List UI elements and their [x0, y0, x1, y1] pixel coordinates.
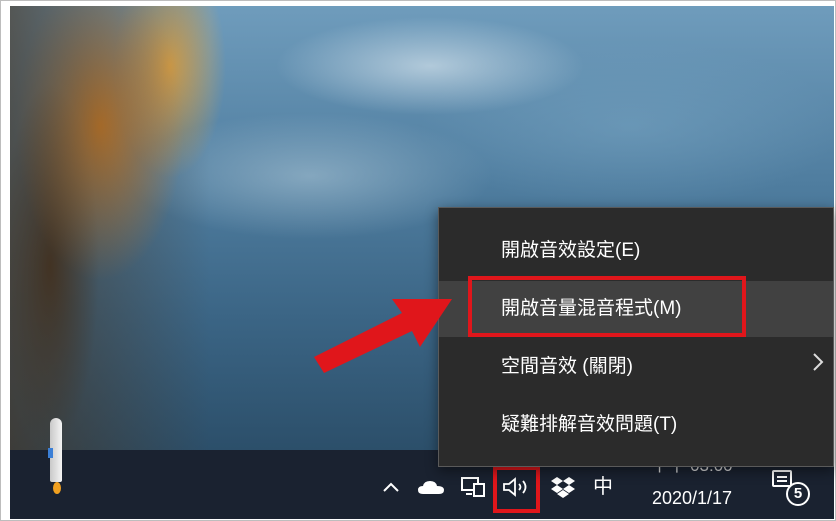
network-monitor-icon — [461, 477, 485, 497]
dropbox-icon[interactable] — [548, 468, 578, 506]
sword-accent — [48, 448, 53, 458]
volume-mixer-highlight-box — [468, 276, 746, 337]
menu-item-spatial-sound[interactable]: 空間音效 (關閉) — [439, 339, 833, 395]
notification-count-badge: 5 — [786, 482, 810, 506]
show-hidden-icons-chevron-icon[interactable] — [378, 468, 404, 506]
volume-context-menu: 開啟音效設定(E) 開啟音量混音程式(M) 空間音效 (關閉) 疑難排解音效問題… — [438, 207, 834, 467]
ime-indicator[interactable]: 中 — [588, 468, 618, 506]
red-pointer-arrow-icon — [314, 299, 452, 373]
menu-item-troubleshoot-sound[interactable]: 疑難排解音效問題(T) — [439, 397, 833, 453]
menu-item-label: 空間音效 (關閉) — [501, 356, 633, 377]
network-icon[interactable] — [458, 468, 488, 506]
cloud-icon — [418, 481, 444, 494]
sword-flame — [53, 482, 61, 494]
dropbox-logo-icon — [551, 477, 575, 498]
menu-item-label: 開啟音效設定(E) — [501, 240, 641, 261]
pinned-app-sword-icon[interactable] — [44, 418, 74, 498]
wallpaper-shore-shade — [10, 6, 210, 450]
menu-item-open-sound-settings[interactable]: 開啟音效設定(E) — [439, 223, 833, 279]
menu-item-label: 疑難排解音效問題(T) — [501, 414, 678, 435]
action-center-button[interactable]: 5 — [772, 470, 812, 510]
chevron-right-icon — [811, 339, 825, 395]
chevron-up-icon — [383, 482, 399, 492]
onedrive-cloud-icon[interactable] — [416, 468, 446, 506]
volume-icon-highlight-box — [493, 466, 540, 513]
clock-date: 2020/1/17 — [651, 488, 733, 508]
ime-label: 中 — [593, 476, 613, 498]
